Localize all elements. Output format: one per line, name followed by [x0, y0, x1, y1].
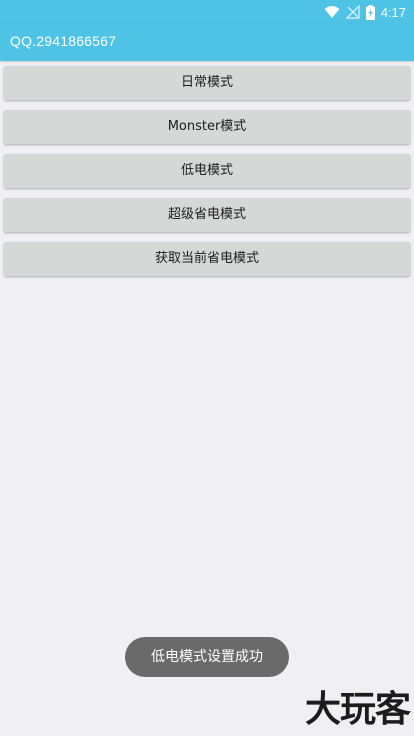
- app-bar: QQ.2941866567: [0, 24, 414, 61]
- app-title: QQ.2941866567: [10, 33, 117, 49]
- mode-button-list: 日常模式 Monster模式 低电模式 超级省电模式 获取当前省电模式: [4, 66, 410, 286]
- daily-mode-button[interactable]: 日常模式: [4, 66, 410, 100]
- signal-off-icon: [345, 5, 360, 19]
- get-current-power-mode-button[interactable]: 获取当前省电模式: [4, 242, 410, 276]
- toast-message: 低电模式设置成功: [125, 637, 289, 677]
- status-bar: 4:17: [0, 0, 414, 24]
- monster-mode-button[interactable]: Monster模式: [4, 110, 410, 144]
- wifi-icon: [324, 5, 340, 19]
- battery-charging-icon: [365, 4, 375, 20]
- watermark-logo: 大玩客: [304, 689, 411, 730]
- low-power-mode-button[interactable]: 低电模式: [4, 154, 410, 188]
- super-power-saving-mode-button[interactable]: 超级省电模式: [4, 198, 410, 232]
- status-time: 4:17: [380, 4, 406, 20]
- status-icons: 4:17: [324, 3, 406, 21]
